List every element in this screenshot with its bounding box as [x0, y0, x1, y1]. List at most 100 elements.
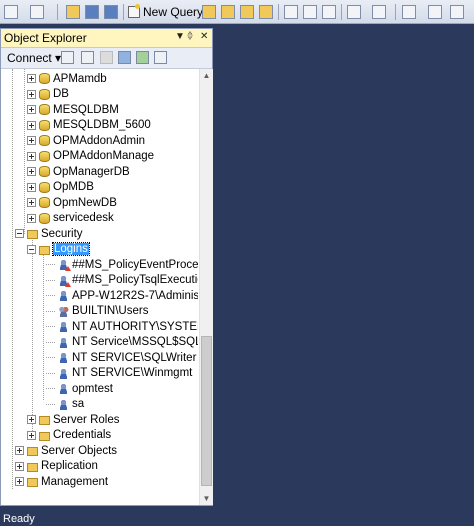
scroll-thumb[interactable] — [201, 336, 212, 486]
cut-button[interactable] — [284, 3, 298, 20]
start-debug-button[interactable] — [402, 3, 416, 20]
stop-icon[interactable] — [100, 51, 113, 64]
tree-node[interactable]: ##MS_PolicyTsqlExecutionLogin — [46, 273, 198, 288]
pin-icon[interactable]: ᛰ — [187, 31, 193, 42]
tree-node-label: OpmNewDB — [53, 196, 117, 209]
tree-node[interactable]: Replication — [15, 459, 98, 474]
tree-node[interactable]: OPMAddonManage — [27, 149, 154, 164]
redo-button[interactable] — [372, 3, 386, 20]
tree-node[interactable]: NT AUTHORITY\SYSTEM — [46, 319, 198, 334]
expand-icon[interactable] — [15, 446, 24, 455]
save-all-icon — [104, 4, 118, 19]
tree-node[interactable]: OpMDB — [27, 180, 94, 195]
tree-node-label: APP-W12R2S-7\Administrator — [72, 289, 198, 302]
refresh-icon[interactable] — [136, 51, 149, 64]
tree-node[interactable]: APP-W12R2S-7\Administrator — [46, 288, 198, 303]
filter-icon[interactable] — [118, 51, 131, 64]
tree-node-label: sa — [72, 398, 85, 410]
disconnect-icon[interactable] — [81, 51, 94, 64]
tree-vertical-scrollbar[interactable]: ▲ ▼ — [199, 69, 213, 505]
tree-connector — [46, 295, 55, 296]
folder-icon — [27, 478, 38, 487]
expand-icon[interactable] — [27, 151, 36, 161]
scroll-up-button[interactable]: ▲ — [200, 69, 213, 82]
database-icon — [39, 212, 50, 224]
new-project-button[interactable] — [4, 3, 18, 20]
expand-icon[interactable] — [15, 461, 24, 471]
undo-button[interactable] — [347, 3, 361, 20]
tree-node[interactable]: APMamdb — [27, 71, 107, 86]
tree-node-label: servicedesk — [53, 212, 114, 224]
mdx-query-button[interactable] — [240, 3, 254, 20]
tree-node[interactable]: sa — [46, 397, 84, 412]
tree-node-label: Credentials — [53, 429, 112, 441]
login-disabled-icon — [58, 259, 71, 271]
tree-node-label: NT Service\MSSQL$SQLEXPRES — [72, 336, 198, 348]
expand-icon[interactable] — [15, 477, 24, 486]
database-icon — [39, 73, 50, 84]
tree-node[interactable]: OpmNewDB — [27, 195, 117, 210]
tree-node[interactable]: ##MS_PolicyEventProcessingLo — [46, 257, 198, 272]
connect-object-explorer-icon[interactable] — [61, 51, 74, 64]
paste-button[interactable] — [322, 3, 336, 20]
tree-node[interactable]: OPMAddonAdmin — [27, 133, 145, 148]
tree-node[interactable]: Server Objects — [15, 443, 117, 458]
collapse-icon[interactable] — [15, 229, 24, 238]
dmx-query-button[interactable] — [259, 3, 273, 20]
collapse-icon[interactable] — [27, 244, 36, 254]
expand-icon[interactable] — [27, 415, 36, 424]
tree-node[interactable]: NT Service\MSSQL$SQLEXPRES — [46, 335, 198, 350]
folder-icon — [27, 447, 38, 456]
tree-node[interactable]: Security — [15, 226, 83, 241]
summary-icon[interactable] — [154, 51, 167, 64]
open-file-button[interactable] — [66, 3, 80, 20]
undo-icon — [347, 4, 361, 19]
save-all-button[interactable] — [104, 3, 118, 20]
tree-node[interactable]: OpManagerDB — [27, 164, 130, 179]
expand-icon[interactable] — [27, 74, 36, 83]
new-file-icon — [30, 4, 44, 19]
tree-node-label: NT SERVICE\Winmgmt — [72, 367, 193, 379]
expand-icon[interactable] — [27, 213, 36, 223]
expand-icon[interactable] — [27, 182, 36, 192]
tree-node[interactable]: BUILTIN\Users — [46, 304, 148, 319]
panel-dropdown-button[interactable]: ▼ — [175, 31, 185, 42]
tree-node[interactable]: Management — [15, 474, 108, 489]
tree-node[interactable]: Credentials — [27, 428, 111, 443]
main-toolbar: New Query — [0, 0, 474, 24]
connect-button[interactable]: Connect ▾ — [7, 51, 61, 65]
tree-node[interactable]: Server Roles — [27, 412, 119, 427]
tree-node[interactable]: DB — [27, 87, 69, 102]
scroll-down-button[interactable]: ▼ — [200, 492, 213, 505]
expand-icon[interactable] — [27, 105, 36, 114]
expand-icon[interactable] — [27, 198, 36, 207]
tree-node[interactable]: MESQLDBM — [27, 102, 119, 117]
tree-node[interactable]: opmtest — [46, 381, 113, 396]
tree-node[interactable]: Logins — [27, 242, 90, 257]
new-query-button[interactable]: New Query — [128, 3, 203, 21]
expand-icon[interactable] — [27, 89, 36, 99]
new-file-button[interactable] — [30, 3, 44, 20]
new-query-label: New Query — [143, 5, 204, 19]
object-explorer-panel: Object Explorer ▼ ᛰ ✕ Connect ▾ APMamdb D… — [0, 28, 213, 506]
properties-button[interactable] — [450, 3, 464, 20]
tree-node[interactable]: NT SERVICE\Winmgmt — [46, 366, 192, 381]
tree-node[interactable]: MESQLDBM_5600 — [27, 118, 151, 133]
analysis-query-button[interactable] — [221, 3, 235, 20]
copy-button[interactable] — [303, 3, 317, 20]
expand-icon[interactable] — [27, 167, 36, 176]
folder-icon — [27, 462, 38, 472]
expand-icon[interactable] — [27, 120, 36, 130]
expand-icon[interactable] — [27, 136, 36, 145]
object-explorer-toolbar: Connect ▾ — [1, 48, 212, 69]
db-engine-query-button[interactable] — [202, 3, 216, 20]
solution-explorer-button[interactable] — [428, 3, 442, 20]
database-icon — [39, 166, 50, 177]
tree-node-label: MESQLDBM — [53, 103, 119, 116]
tree-node[interactable]: NT SERVICE\SQLWriter — [46, 350, 196, 365]
save-button[interactable] — [85, 3, 99, 20]
tree-node[interactable]: servicedesk — [27, 211, 114, 226]
expand-icon[interactable] — [27, 430, 36, 440]
close-icon[interactable]: ✕ — [200, 31, 208, 42]
db-engine-query-icon — [202, 4, 216, 19]
